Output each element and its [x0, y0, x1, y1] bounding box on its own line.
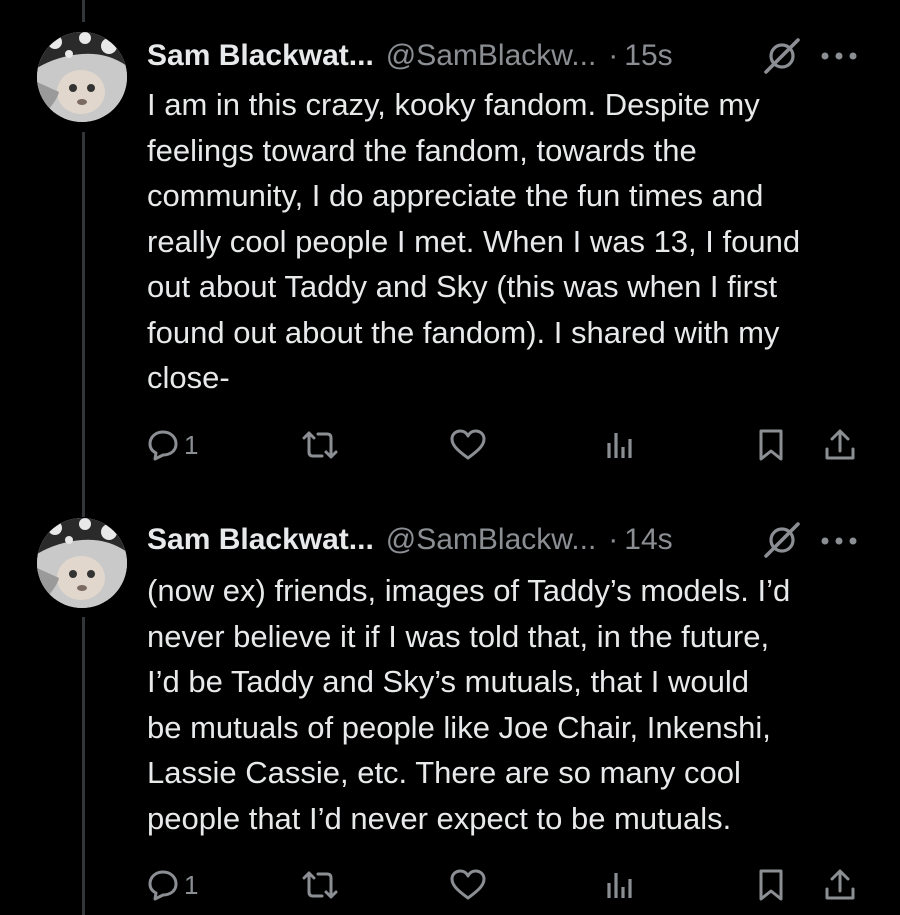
like-button[interactable] — [449, 865, 487, 905]
share-icon — [825, 869, 855, 900]
author-name[interactable]: Sam Blackwat... — [147, 523, 374, 557]
reply-icon — [148, 430, 178, 461]
bookmark-button[interactable] — [756, 425, 786, 465]
reply-icon — [148, 870, 178, 901]
tweet-text-line: community, I do appreciate the fun times… — [147, 178, 764, 213]
timestamp[interactable]: 14s — [624, 523, 672, 557]
avatar[interactable] — [37, 518, 127, 608]
tweet-text-line: out about Taddy and Sky (this was when I… — [147, 269, 778, 304]
tweet-text-line: I’d be Taddy and Sky’s mutuals, that I w… — [147, 664, 749, 699]
views-button[interactable] — [604, 425, 636, 465]
share-icon — [825, 429, 855, 460]
action-bar: 1 — [0, 425, 900, 465]
tweet-text-line: close- — [147, 360, 230, 395]
tweet-text-line: Lassie Cassie, etc. There are so many co… — [147, 755, 741, 790]
views-icon — [607, 873, 632, 898]
views-icon — [607, 433, 632, 458]
reply-count: 1 — [184, 869, 199, 900]
tweet-text-line: feelings toward the fandom, towards the — [147, 132, 697, 168]
reply-button[interactable]: 1 — [146, 425, 198, 465]
timestamp[interactable]: 15s — [624, 39, 672, 73]
action-bar: 1 — [0, 865, 900, 905]
tweet-text-line: really cool people I met. When I was 13,… — [147, 223, 801, 259]
tweet-text-line: found out about the fandom). I shared wi… — [147, 314, 780, 350]
tweet-text: I am in this crazy, kooky fandom. Despit… — [147, 82, 877, 401]
tweet-text-line: (now ex) friends, images of Taddy’s mode… — [147, 573, 791, 608]
avatar-image — [37, 518, 127, 608]
tweet-text-line: people that I’d never expect to be mutua… — [147, 800, 732, 836]
tweet-text-line: be mutuals of people like Joe Chair, Ink… — [147, 709, 771, 745]
views-button[interactable] — [604, 865, 636, 905]
bookmark-button[interactable] — [756, 865, 786, 905]
bookmark-icon — [759, 869, 783, 901]
retweet-icon — [302, 431, 338, 459]
grok-icon[interactable] — [763, 37, 801, 75]
like-icon — [450, 869, 486, 900]
author-handle[interactable]: @SamBlackw... — [386, 39, 597, 73]
tweet-text-line: I am in this crazy, kooky fandom. Despit… — [147, 87, 760, 122]
tweet-text: (now ex) friends, images of Taddy’s mode… — [147, 568, 877, 841]
share-button[interactable] — [822, 425, 858, 465]
author-handle[interactable]: @SamBlackw... — [386, 523, 597, 557]
like-button[interactable] — [449, 425, 487, 465]
avatar-image — [37, 32, 127, 122]
tweet[interactable]: Sam Blackwat... @SamBlackw... · 15s I am… — [0, 0, 900, 500]
separator-dot: · — [608, 39, 619, 72]
tweet-header: Sam Blackwat... @SamBlackw... · 14s — [147, 522, 673, 558]
separator-dot: · — [608, 523, 619, 556]
tweet-header: Sam Blackwat... @SamBlackw... · 15s — [147, 38, 673, 74]
reply-count: 1 — [184, 429, 199, 460]
retweet-icon — [302, 871, 338, 899]
more-icon[interactable] — [818, 535, 860, 547]
author-name[interactable]: Sam Blackwat... — [147, 39, 374, 73]
grok-icon[interactable] — [763, 521, 801, 559]
share-button[interactable] — [822, 865, 858, 905]
tweet-text-line: never believe it if I was told that, in … — [147, 618, 770, 654]
more-icon[interactable] — [818, 50, 860, 62]
avatar[interactable] — [37, 32, 127, 122]
like-icon — [450, 429, 486, 460]
retweet-button[interactable] — [300, 425, 340, 465]
tweet[interactable]: Sam Blackwat... @SamBlackw... · 14s (now… — [0, 500, 900, 915]
bookmark-icon — [759, 429, 783, 461]
retweet-button[interactable] — [300, 865, 340, 905]
reply-button[interactable]: 1 — [146, 865, 198, 905]
